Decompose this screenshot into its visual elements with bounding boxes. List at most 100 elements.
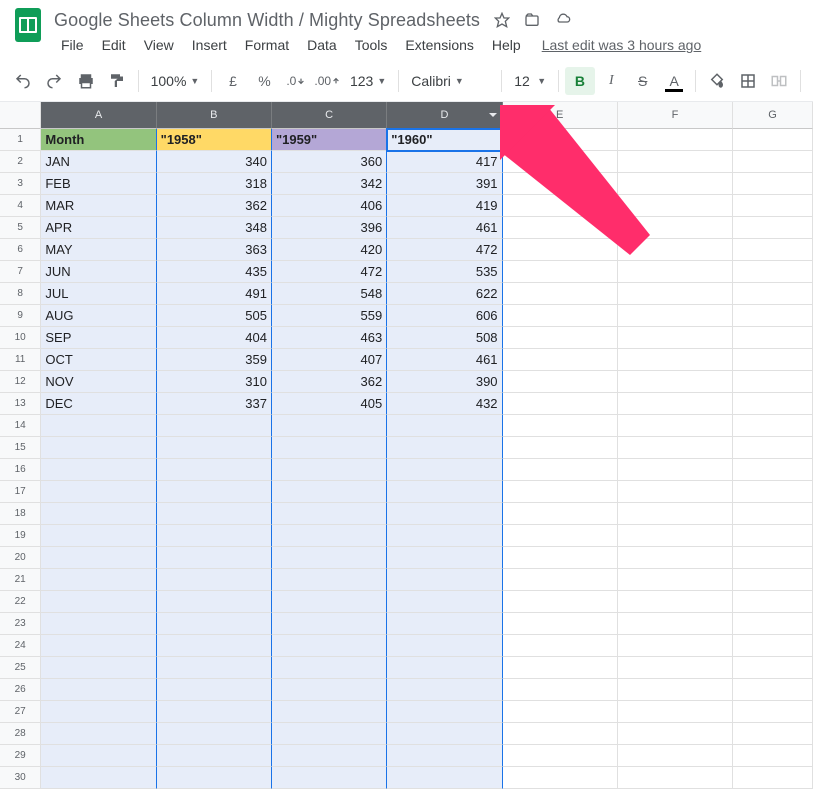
cell[interactable]	[733, 283, 813, 305]
cell[interactable]	[618, 217, 733, 239]
cell[interactable]: 405	[272, 393, 387, 415]
cloud-status-icon[interactable]	[554, 12, 572, 28]
cell[interactable]	[618, 635, 733, 657]
spreadsheet-grid[interactable]: 1Month"1958""1959""1960"2JAN3403604173FE…	[0, 129, 813, 789]
cell[interactable]	[387, 569, 502, 591]
row-header[interactable]: 24	[0, 635, 41, 657]
cell[interactable]	[41, 459, 156, 481]
cell[interactable]	[272, 437, 387, 459]
cell[interactable]	[272, 613, 387, 635]
cell[interactable]	[503, 525, 618, 547]
cell[interactable]	[503, 767, 618, 789]
cell[interactable]	[733, 371, 813, 393]
cell[interactable]	[733, 327, 813, 349]
row-header[interactable]: 19	[0, 525, 41, 547]
cell[interactable]	[503, 437, 618, 459]
cell[interactable]	[618, 151, 733, 173]
cell[interactable]	[387, 481, 502, 503]
cell[interactable]	[157, 503, 272, 525]
cell[interactable]	[272, 657, 387, 679]
cell[interactable]	[387, 525, 502, 547]
bold-button[interactable]: B	[565, 67, 594, 95]
cell[interactable]	[41, 635, 156, 657]
cell[interactable]	[272, 503, 387, 525]
cell[interactable]: 548	[272, 283, 387, 305]
cell[interactable]	[733, 569, 813, 591]
cell[interactable]: SEP	[41, 327, 156, 349]
row-header[interactable]: 1	[0, 129, 41, 151]
row-header[interactable]: 15	[0, 437, 41, 459]
cell[interactable]	[41, 745, 156, 767]
zoom-select[interactable]: 100%▼	[145, 67, 206, 95]
cell[interactable]	[157, 767, 272, 789]
cell[interactable]	[733, 503, 813, 525]
cell[interactable]: AUG	[41, 305, 156, 327]
cell[interactable]: 419	[387, 195, 502, 217]
cell[interactable]	[41, 657, 156, 679]
menu-file[interactable]: File	[52, 33, 93, 57]
col-header-a[interactable]: A	[41, 102, 156, 129]
cell[interactable]	[618, 261, 733, 283]
row-header[interactable]: 12	[0, 371, 41, 393]
cell[interactable]: 406	[272, 195, 387, 217]
cell[interactable]	[387, 613, 502, 635]
cell[interactable]: "1959"	[272, 129, 387, 151]
menu-insert[interactable]: Insert	[183, 33, 236, 57]
cell[interactable]	[503, 151, 618, 173]
cell[interactable]: 535	[387, 261, 502, 283]
move-icon[interactable]	[524, 12, 540, 28]
cell[interactable]: 505	[157, 305, 272, 327]
cell[interactable]	[387, 723, 502, 745]
cell[interactable]	[618, 129, 733, 151]
cell[interactable]	[733, 679, 813, 701]
cell[interactable]	[387, 415, 502, 437]
star-icon[interactable]	[494, 12, 510, 28]
cell[interactable]	[387, 547, 502, 569]
cell[interactable]	[618, 745, 733, 767]
cell[interactable]: 342	[272, 173, 387, 195]
row-header[interactable]: 17	[0, 481, 41, 503]
row-header[interactable]: 18	[0, 503, 41, 525]
cell[interactable]	[618, 173, 733, 195]
cell[interactable]: 318	[157, 173, 272, 195]
cell[interactable]: JAN	[41, 151, 156, 173]
cell[interactable]: 340	[157, 151, 272, 173]
cell[interactable]: 417	[387, 151, 502, 173]
col-header-c[interactable]: C	[272, 102, 387, 129]
cell[interactable]	[41, 679, 156, 701]
cell[interactable]	[503, 745, 618, 767]
cell[interactable]	[618, 723, 733, 745]
cell[interactable]: 508	[387, 327, 502, 349]
cell[interactable]	[733, 547, 813, 569]
undo-button[interactable]	[8, 67, 37, 95]
cell[interactable]: Month	[41, 129, 156, 151]
cell[interactable]: APR	[41, 217, 156, 239]
cell[interactable]	[618, 569, 733, 591]
cell[interactable]: 390	[387, 371, 502, 393]
row-header[interactable]: 14	[0, 415, 41, 437]
cell[interactable]	[503, 569, 618, 591]
col-header-f[interactable]: F	[618, 102, 733, 129]
cell[interactable]	[503, 415, 618, 437]
menu-extensions[interactable]: Extensions	[396, 33, 482, 57]
cell[interactable]	[618, 701, 733, 723]
cell[interactable]	[41, 525, 156, 547]
cell[interactable]	[733, 525, 813, 547]
cell[interactable]	[618, 459, 733, 481]
menu-format[interactable]: Format	[236, 33, 298, 57]
cell[interactable]	[387, 679, 502, 701]
cell[interactable]	[41, 503, 156, 525]
cell[interactable]: 435	[157, 261, 272, 283]
cell[interactable]	[41, 547, 156, 569]
col-header-d[interactable]: D	[387, 102, 502, 129]
cell[interactable]	[157, 701, 272, 723]
cell[interactable]	[157, 547, 272, 569]
row-header[interactable]: 11	[0, 349, 41, 371]
row-header[interactable]: 25	[0, 657, 41, 679]
cell[interactable]	[503, 503, 618, 525]
cell[interactable]	[733, 723, 813, 745]
cell[interactable]	[733, 151, 813, 173]
row-header[interactable]: 30	[0, 767, 41, 789]
cell[interactable]	[618, 525, 733, 547]
cell[interactable]	[618, 437, 733, 459]
